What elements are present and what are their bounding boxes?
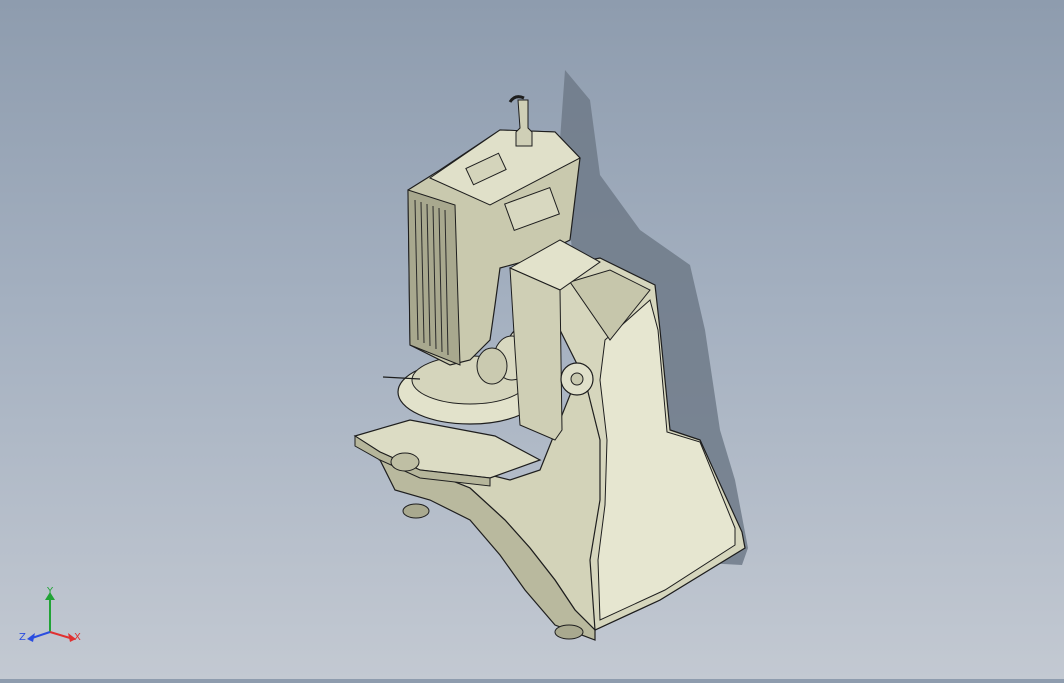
x-axis-line <box>49 631 71 639</box>
foot-front <box>554 624 584 640</box>
3d-viewport[interactable]: Y X Z <box>0 0 1064 679</box>
stage-plate <box>353 419 542 479</box>
rotation-hub-center <box>570 372 584 386</box>
air-fitting <box>515 99 533 147</box>
z-axis-label: Z <box>19 632 26 643</box>
z-axis-line <box>31 631 51 639</box>
x-axis-label: X <box>74 632 81 643</box>
axis-triad: Y X Z <box>19 586 81 643</box>
z-axis-arrow-icon <box>27 633 35 642</box>
foot-left <box>402 503 430 519</box>
y-axis-label: Y <box>46 586 54 597</box>
lens-front <box>476 347 508 385</box>
adjust-knob <box>390 452 420 472</box>
machine-model <box>353 70 748 641</box>
